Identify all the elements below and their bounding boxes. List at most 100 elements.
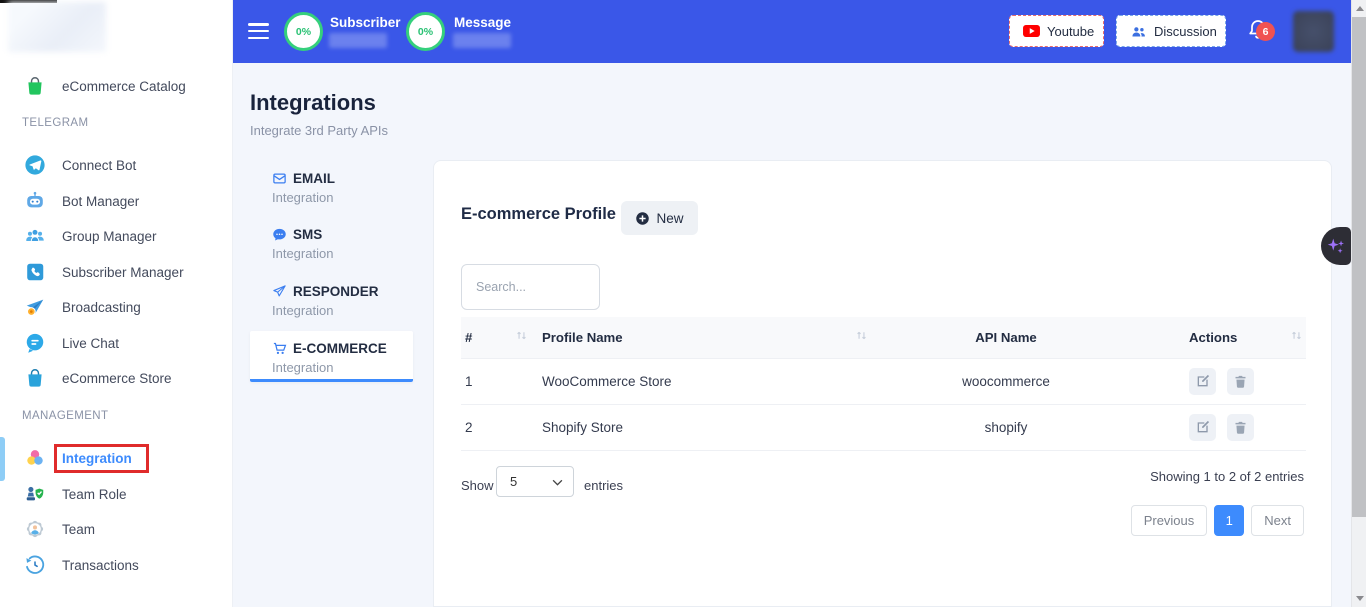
sidebar-item-label: Live Chat	[62, 331, 119, 356]
subnav-item-sub: Integration	[272, 246, 432, 261]
sidebar-item-bot-manager[interactable]: Bot Manager	[0, 189, 233, 215]
search-input[interactable]	[461, 264, 600, 310]
sidebar-item-label: Transactions	[62, 553, 139, 578]
sidebar-item-label: Broadcasting	[62, 295, 141, 320]
sort-icon[interactable]	[515, 329, 528, 345]
show-label: Show	[461, 478, 494, 493]
subnav-item-email[interactable]: EMAIL Integration	[272, 171, 432, 205]
scrollbar-up-arrow-icon[interactable]	[1356, 6, 1364, 11]
robot-icon	[24, 190, 46, 212]
discussion-button[interactable]: Discussion	[1116, 15, 1226, 47]
sidebar-item-label: Connect Bot	[62, 153, 136, 178]
page-subtitle: Integrate 3rd Party APIs	[250, 123, 388, 138]
role-shield-icon	[24, 483, 46, 505]
shopping-bag-blue-icon	[24, 367, 46, 389]
sort-icon[interactable]	[1290, 329, 1303, 345]
sidebar-item-transactions[interactable]: Transactions	[0, 553, 233, 579]
column-header-api-name[interactable]: API Name	[871, 317, 1141, 358]
table-row: 1 WooCommerce Store woocommerce	[461, 358, 1306, 404]
subscriber-progress-ring: 0%	[284, 12, 323, 51]
sidebar-item-label: eCommerce Catalog	[62, 74, 186, 99]
sidebar-item-team-role[interactable]: Team Role	[0, 482, 233, 508]
column-header-actions[interactable]: Actions	[1141, 317, 1306, 358]
table-row: 2 Shopify Store shopify	[461, 404, 1306, 450]
subnav-item-sub: Integration	[272, 303, 432, 318]
sidebar-item-label-integration[interactable]: Integration	[62, 448, 132, 470]
gear-person-icon	[24, 518, 46, 540]
discussion-button-label: Discussion	[1154, 24, 1217, 39]
subnav-item-ecommerce[interactable]: E-COMMERCE Integration	[272, 341, 432, 375]
scrollbar-down-arrow-icon[interactable]	[1356, 596, 1364, 601]
pagination: Previous 1 Next	[1131, 505, 1304, 536]
delete-button[interactable]	[1227, 368, 1254, 395]
user-avatar[interactable]	[1293, 11, 1334, 52]
app-logo[interactable]	[8, 2, 106, 52]
new-button-label: New	[656, 211, 683, 226]
sidebar-section-telegram: TELEGRAM	[22, 117, 88, 129]
subnav-item-responder[interactable]: RESPONDER Integration	[272, 284, 432, 318]
new-button[interactable]: New	[621, 201, 698, 235]
paper-plane-icon	[272, 284, 287, 299]
sidebar-item-subscriber-manager[interactable]: Subscriber Manager	[0, 260, 233, 286]
sidebar-section-management: MANAGEMENT	[22, 410, 108, 422]
subnav-item-name: E-COMMERCE	[293, 341, 387, 356]
column-header-num[interactable]: #	[461, 317, 531, 358]
youtube-icon	[1023, 25, 1040, 37]
profile-name-cell: Shopify Store	[531, 404, 871, 450]
ai-assistant-button[interactable]	[1321, 227, 1351, 265]
subnav-item-sub: Integration	[272, 360, 432, 375]
sidebar-item-label: eCommerce Store	[62, 366, 172, 391]
sidebar: eCommerce Catalog TELEGRAM Connect Bot B…	[0, 0, 233, 607]
youtube-button[interactable]: Youtube	[1009, 15, 1104, 47]
subnav-item-name: SMS	[293, 227, 322, 242]
message-stat-label: Message	[454, 15, 511, 30]
people-discussion-icon	[1130, 23, 1147, 40]
top-header: 0% Subscriber 0% Message Youtube Discuss…	[233, 0, 1351, 63]
sparkles-icon	[1325, 235, 1347, 257]
panel-title: E-commerce Profile	[461, 205, 616, 224]
message-progress-ring: 0%	[406, 12, 445, 51]
next-page-button[interactable]: Next	[1251, 505, 1304, 536]
browser-scrollbar[interactable]	[1351, 0, 1366, 607]
delete-button[interactable]	[1227, 414, 1254, 441]
sidebar-item-connect-bot[interactable]: Connect Bot	[0, 153, 233, 179]
notification-count-badge[interactable]: 6	[1256, 22, 1275, 41]
sidebar-item-live-chat[interactable]: Live Chat	[0, 331, 233, 357]
email-icon	[272, 171, 287, 186]
column-header-profile-name[interactable]: Profile Name	[531, 317, 871, 358]
scrollbar-thumb[interactable]	[1352, 17, 1366, 517]
sidebar-item-ecommerce-catalog[interactable]: eCommerce Catalog	[0, 74, 233, 100]
entries-per-page-select[interactable]: 5	[496, 466, 574, 497]
message-stat-value-redacted	[453, 33, 511, 48]
menu-toggle-icon[interactable]	[248, 23, 269, 40]
edit-button[interactable]	[1189, 368, 1216, 395]
previous-page-button[interactable]: Previous	[1131, 505, 1208, 536]
subscriber-stat-value-redacted	[329, 33, 387, 48]
sidebar-item-label: Subscriber Manager	[62, 260, 184, 285]
subscriber-percent: 0%	[296, 26, 311, 38]
chevron-down-icon	[552, 479, 563, 486]
sort-icon[interactable]	[855, 329, 868, 345]
sidebar-item-team[interactable]: Team	[0, 517, 233, 543]
people-group-icon	[24, 225, 46, 247]
sidebar-item-label: Bot Manager	[62, 189, 139, 214]
page-1-button[interactable]: 1	[1214, 505, 1244, 536]
sidebar-item-label: Group Manager	[62, 224, 157, 249]
sidebar-item-broadcasting[interactable]: Broadcasting	[0, 295, 233, 321]
showing-entries-text: Showing 1 to 2 of 2 entries	[1150, 469, 1304, 484]
broadcast-plane-icon	[24, 296, 46, 318]
youtube-button-label: Youtube	[1047, 24, 1094, 39]
sidebar-item-group-manager[interactable]: Group Manager	[0, 224, 233, 250]
entries-select-value: 5	[510, 474, 517, 489]
sidebar-item-ecommerce-store[interactable]: eCommerce Store	[0, 366, 233, 392]
plus-circle-icon	[635, 211, 650, 226]
edit-button[interactable]	[1189, 414, 1216, 441]
history-clock-icon	[24, 554, 46, 576]
row-number: 2	[461, 404, 531, 450]
ecommerce-profile-card: E-commerce Profile New # Profile Name	[433, 160, 1332, 607]
contact-phone-icon	[24, 261, 46, 283]
subnav-item-name: EMAIL	[293, 171, 335, 186]
annotation-highlight-box: Integration	[54, 444, 149, 473]
subnav-item-sms[interactable]: SMS Integration	[272, 227, 432, 261]
row-number: 1	[461, 358, 531, 404]
